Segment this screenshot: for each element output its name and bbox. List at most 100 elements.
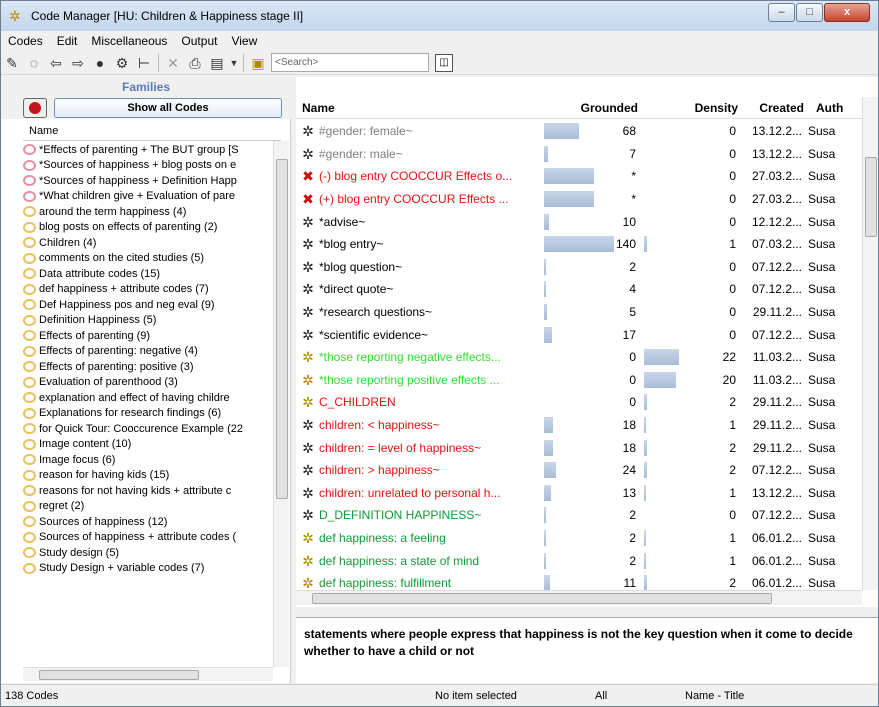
family-list-item[interactable]: Image focus (6): [23, 452, 273, 468]
comment-pane[interactable]: statements where people express that hap…: [296, 617, 878, 683]
family-list-item[interactable]: reason for having kids (15): [23, 468, 273, 484]
menu-view[interactable]: View: [224, 34, 264, 48]
family-list-item[interactable]: Effects of parenting (9): [23, 328, 273, 344]
maximize-button[interactable]: □: [796, 3, 823, 22]
scroll-thumb[interactable]: [276, 159, 288, 499]
code-name: C_CHILDREN: [319, 395, 396, 410]
search-target-icon[interactable]: ▣: [247, 52, 269, 74]
family-list-item[interactable]: Image content (10): [23, 437, 273, 453]
family-list-item[interactable]: def happiness + attribute codes (7): [23, 282, 273, 298]
code-row[interactable]: ✲ def happiness: a feeling 2 1 06.01.2... Sus…: [296, 527, 862, 550]
codes-vertical-scrollbar[interactable]: [862, 97, 878, 590]
family-list-item[interactable]: Study Design + variable codes (7): [23, 561, 273, 577]
col-created-header[interactable]: Created: [744, 97, 810, 118]
code-name-cell: ✲ #gender: male~: [296, 146, 544, 162]
back-arrow-icon[interactable]: ⇦: [45, 52, 67, 74]
family-icon: [23, 361, 36, 373]
view-options-icon[interactable]: ▤: [206, 52, 228, 74]
code-row[interactable]: ✲ *blog question~ 2 0 07.12.2... Susa: [296, 256, 862, 279]
comment-icon[interactable]: ◌: [23, 52, 45, 74]
code-row[interactable]: ✲ #gender: male~ 7 0 13.12.2... Susa: [296, 143, 862, 166]
delete-icon[interactable]: ✕: [162, 52, 184, 74]
author-cell: Susa: [808, 418, 836, 433]
scroll-thumb[interactable]: [39, 670, 199, 680]
menu-miscellaneous[interactable]: Miscellaneous: [84, 34, 174, 48]
family-label: *Sources of happiness + blog posts on e: [39, 159, 237, 172]
family-list-item[interactable]: Effects of parenting: negative (4): [23, 344, 273, 360]
code-row[interactable]: ✖ (-) blog entry COOCCUR Effects o... * 0 27…: [296, 165, 862, 188]
code-row[interactable]: ✲ children: > happiness~ 24 2 07.12.2... Susa: [296, 459, 862, 482]
menu-output[interactable]: Output: [174, 34, 224, 48]
family-list-item[interactable]: comments on the cited studies (5): [23, 251, 273, 267]
family-list-item[interactable]: *What children give + Evaluation of pare: [23, 189, 273, 205]
network-icon[interactable]: ●: [89, 52, 111, 74]
family-list-item[interactable]: Sources of happiness + attribute codes (: [23, 530, 273, 546]
family-label: blog posts on effects of parenting (2): [39, 221, 218, 234]
code-row[interactable]: ✲ *research questions~ 5 0 29.11.2... Susa: [296, 301, 862, 324]
code-row[interactable]: ✲ C_CHILDREN 0 2 29.11.2... Susa: [296, 391, 862, 414]
menu-codes[interactable]: Codes: [1, 34, 50, 48]
density-bar: [644, 529, 646, 546]
families-vertical-scrollbar[interactable]: [273, 141, 289, 667]
code-row[interactable]: ✲ children: unrelated to personal h... 13 1…: [296, 482, 862, 505]
code-row[interactable]: ✲ #gender: female~ 68 0 13.12.2... Susa: [296, 120, 862, 143]
minimize-button[interactable]: ‒: [768, 3, 795, 22]
family-list-item[interactable]: for Quick Tour: Cooccurence Example (22: [23, 421, 273, 437]
family-list-item[interactable]: around the term happiness (4): [23, 204, 273, 220]
family-list-item[interactable]: Explanations for research findings (6): [23, 406, 273, 422]
code-row[interactable]: ✲ *blog entry~ 140 1 07.03.2... Susa: [296, 233, 862, 256]
col-author-header[interactable]: Auth: [810, 97, 862, 118]
code-row[interactable]: ✲ D_DEFINITION HAPPINESS~ 2 0 07.12.2... Susa: [296, 504, 862, 527]
code-row[interactable]: ✲ *those reporting negative effects... 0 22…: [296, 346, 862, 369]
family-list-item[interactable]: blog posts on effects of parenting (2): [23, 220, 273, 236]
scroll-thumb[interactable]: [312, 593, 772, 604]
col-name-header[interactable]: Name: [296, 97, 544, 118]
code-row[interactable]: ✲ def happiness: a state of mind 2 1 06.01.2…: [296, 549, 862, 572]
code-row[interactable]: ✲ children: = level of happiness~ 18 2 29.11…: [296, 436, 862, 459]
codes-horizontal-scrollbar[interactable]: [296, 590, 862, 605]
family-list-item[interactable]: *Sources of happiness + Definition Happ: [23, 173, 273, 189]
family-list-item[interactable]: regret (2): [23, 499, 273, 515]
family-list-item[interactable]: explanation and effect of having childre: [23, 390, 273, 406]
family-list-item[interactable]: Data attribute codes (15): [23, 266, 273, 282]
col-density-header[interactable]: Density: [644, 97, 744, 118]
code-row[interactable]: ✲ *scientific evidence~ 17 0 07.12.2... Susa: [296, 323, 862, 346]
filter-icon[interactable]: ⚙: [111, 52, 133, 74]
scroll-thumb[interactable]: [865, 157, 877, 237]
family-list-item[interactable]: Study design (5): [23, 545, 273, 561]
code-row[interactable]: ✲ *direct quote~ 4 0 07.12.2... Susa: [296, 278, 862, 301]
search-input[interactable]: <Search>: [271, 53, 429, 72]
code-row[interactable]: ✲ *advise~ 10 0 12.12.2... Susa: [296, 210, 862, 233]
families-name-header[interactable]: Name: [23, 121, 281, 141]
forward-arrow-icon[interactable]: ⇨: [67, 52, 89, 74]
families-horizontal-scrollbar[interactable]: [23, 667, 273, 681]
family-list-item[interactable]: Def Happiness pos and neg eval (9): [23, 297, 273, 313]
print-icon[interactable]: ⎙: [184, 52, 206, 74]
toolbar-separator: [158, 53, 159, 72]
new-code-icon[interactable]: ✎: [1, 52, 23, 74]
family-list-item[interactable]: reasons for not having kids + attribute …: [23, 483, 273, 499]
title-bar[interactable]: ✲ Code Manager [HU: Children & Happiness…: [1, 1, 878, 31]
code-row[interactable]: ✲ children: < happiness~ 18 1 29.11.2... Susa: [296, 414, 862, 437]
density-bar: [644, 552, 646, 569]
menu-edit[interactable]: Edit: [50, 34, 85, 48]
family-icon: [23, 500, 36, 512]
family-list-item[interactable]: Definition Happiness (5): [23, 313, 273, 329]
code-row[interactable]: ✲ *those reporting positive effects ... 0 2…: [296, 369, 862, 392]
family-list-item[interactable]: Sources of happiness (12): [23, 514, 273, 530]
family-list-item[interactable]: Evaluation of parenthood (3): [23, 375, 273, 391]
code-row[interactable]: ✖ (+) blog entry COOCCUR Effects ... * 0 27.…: [296, 188, 862, 211]
family-list-item[interactable]: Effects of parenting: positive (3): [23, 359, 273, 375]
family-tree-icon[interactable]: ⊢: [133, 52, 155, 74]
col-grounded-header[interactable]: Grounded: [544, 97, 644, 118]
close-button[interactable]: x: [824, 3, 870, 22]
family-icon: [23, 423, 36, 435]
split-view-toggle[interactable]: ◫: [435, 53, 453, 72]
family-list-item[interactable]: *Effects of parenting + The BUT group [S: [23, 142, 273, 158]
code-row[interactable]: ✲ def happiness: fulfillment 11 2 06.01.2...…: [296, 572, 862, 590]
show-all-codes-button[interactable]: Show all Codes: [54, 98, 282, 118]
family-filter-icon[interactable]: [23, 98, 47, 118]
family-list-item[interactable]: Children (4): [23, 235, 273, 251]
dropdown-arrow-icon[interactable]: ▼: [228, 52, 240, 74]
family-list-item[interactable]: *Sources of happiness + blog posts on e: [23, 158, 273, 174]
